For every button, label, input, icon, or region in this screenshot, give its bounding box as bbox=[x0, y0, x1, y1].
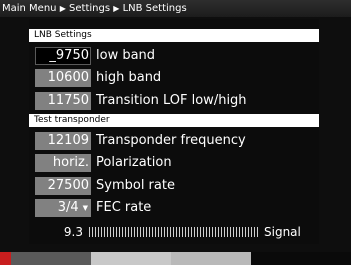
transition-lof-input[interactable]: 11750 bbox=[35, 92, 91, 110]
breadcrumb-settings[interactable]: Settings bbox=[69, 3, 110, 14]
high-band-row[interactable]: 10600 high band bbox=[35, 69, 161, 87]
symbol-rate-row[interactable]: 27500 Symbol rate bbox=[35, 177, 175, 195]
polarization-input[interactable]: horiz. bbox=[35, 154, 91, 172]
fec-rate-label: FEC rate bbox=[96, 200, 152, 215]
chevron-down-icon: ▼ bbox=[82, 204, 88, 212]
signal-bar bbox=[89, 227, 259, 237]
breadcrumb: Main Menu ▶ Settings ▶ LNB Settings bbox=[0, 0, 351, 17]
yellow-key-button[interactable] bbox=[91, 252, 171, 265]
signal-value: 9.3 bbox=[63, 225, 83, 239]
signal-label: Signal bbox=[264, 225, 301, 239]
lnb-settings-header: LNB Settings bbox=[29, 29, 319, 42]
transition-lof-label: Transition LOF low/high bbox=[96, 93, 247, 108]
fec-rate-row[interactable]: 3/4 ▼ FEC rate bbox=[35, 199, 151, 217]
high-band-label: high band bbox=[96, 70, 162, 85]
symbol-rate-input[interactable]: 27500 bbox=[35, 177, 91, 195]
blue-key-button[interactable] bbox=[171, 252, 251, 265]
transponder-frequency-row[interactable]: 12109 Transponder frequency bbox=[35, 132, 246, 150]
low-band-row[interactable]: _9750 low band bbox=[35, 47, 155, 65]
high-band-input[interactable]: 10600 bbox=[35, 69, 91, 87]
green-key-button[interactable] bbox=[11, 252, 91, 265]
transition-lof-row[interactable]: 11750 Transition LOF low/high bbox=[35, 92, 247, 110]
signal-meter: 9.3 Signal bbox=[35, 223, 317, 241]
polarization-row[interactable]: horiz. Polarization bbox=[35, 154, 172, 172]
colorbar-end bbox=[251, 252, 351, 265]
low-band-label: low band bbox=[96, 48, 156, 63]
fec-rate-select[interactable]: 3/4 ▼ bbox=[35, 199, 91, 217]
breadcrumb-main-menu[interactable]: Main Menu bbox=[2, 3, 57, 14]
breadcrumb-lnb-settings: LNB Settings bbox=[122, 3, 187, 14]
polarization-label: Polarization bbox=[96, 155, 172, 170]
test-transponder-header: Test transponder bbox=[29, 114, 319, 127]
fec-rate-value: 3/4 bbox=[57, 200, 79, 215]
transponder-frequency-label: Transponder frequency bbox=[96, 133, 246, 148]
breadcrumb-separator-icon: ▶ bbox=[113, 4, 120, 13]
breadcrumb-separator-icon: ▶ bbox=[59, 4, 66, 13]
color-key-bar bbox=[0, 252, 351, 265]
symbol-rate-label: Symbol rate bbox=[96, 178, 175, 193]
low-band-input[interactable]: _9750 bbox=[35, 47, 91, 65]
red-key-button[interactable] bbox=[0, 252, 11, 265]
transponder-frequency-input[interactable]: 12109 bbox=[35, 132, 91, 150]
